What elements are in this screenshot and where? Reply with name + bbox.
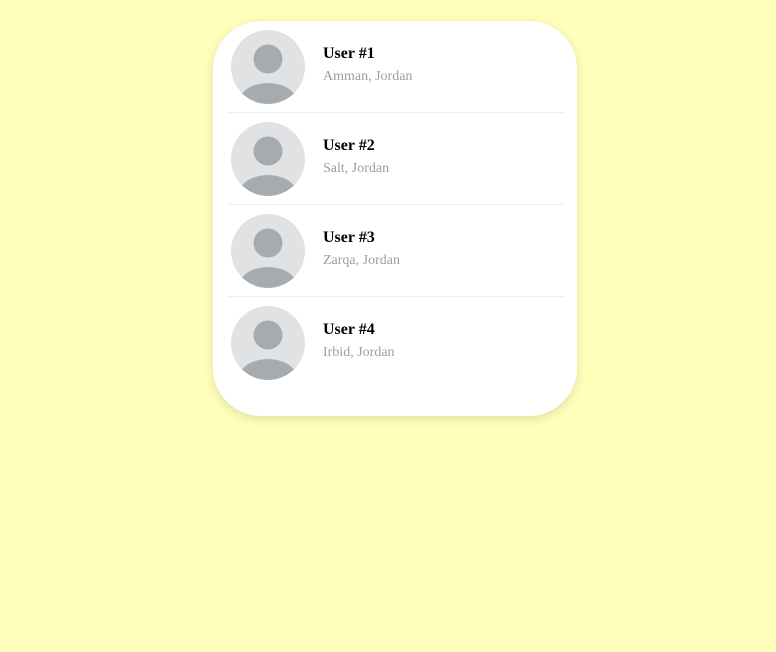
user-name: User #2	[323, 136, 375, 154]
user-list-item[interactable]: User #4 Irbid, Jordan	[228, 297, 564, 389]
user-text: User #1 Amman, Jordan	[323, 44, 412, 86]
user-location: Amman, Jordan	[323, 68, 413, 84]
person-silhouette-icon	[239, 228, 297, 288]
person-silhouette-icon	[239, 44, 297, 104]
user-list-card: User #1 Amman, Jordan User #2 Salt, Jord…	[213, 21, 577, 416]
user-list: User #1 Amman, Jordan User #2 Salt, Jord…	[228, 21, 564, 389]
user-name: User #3	[323, 228, 375, 246]
user-name: User #1	[323, 44, 375, 62]
user-text: User #4 Irbid, Jordan	[323, 320, 395, 362]
user-text: User #3 Zarqa, Jordan	[323, 228, 400, 270]
user-list-item[interactable]: User #3 Zarqa, Jordan	[228, 205, 564, 297]
avatar	[231, 306, 305, 380]
person-silhouette-icon	[239, 320, 297, 380]
user-name: User #4	[323, 321, 375, 338]
avatar	[231, 121, 305, 196]
avatar	[231, 29, 305, 104]
user-list-item[interactable]: User #1 Amman, Jordan	[228, 21, 564, 113]
user-list-item[interactable]: User #2 Salt, Jordan	[228, 113, 564, 205]
person-silhouette-icon	[239, 136, 297, 196]
user-location: Salt, Jordan	[323, 160, 390, 176]
user-location: Irbid, Jordan	[323, 345, 395, 360]
user-text: User #2 Salt, Jordan	[323, 136, 389, 178]
avatar	[231, 213, 305, 288]
user-location: Zarqa, Jordan	[323, 252, 400, 268]
